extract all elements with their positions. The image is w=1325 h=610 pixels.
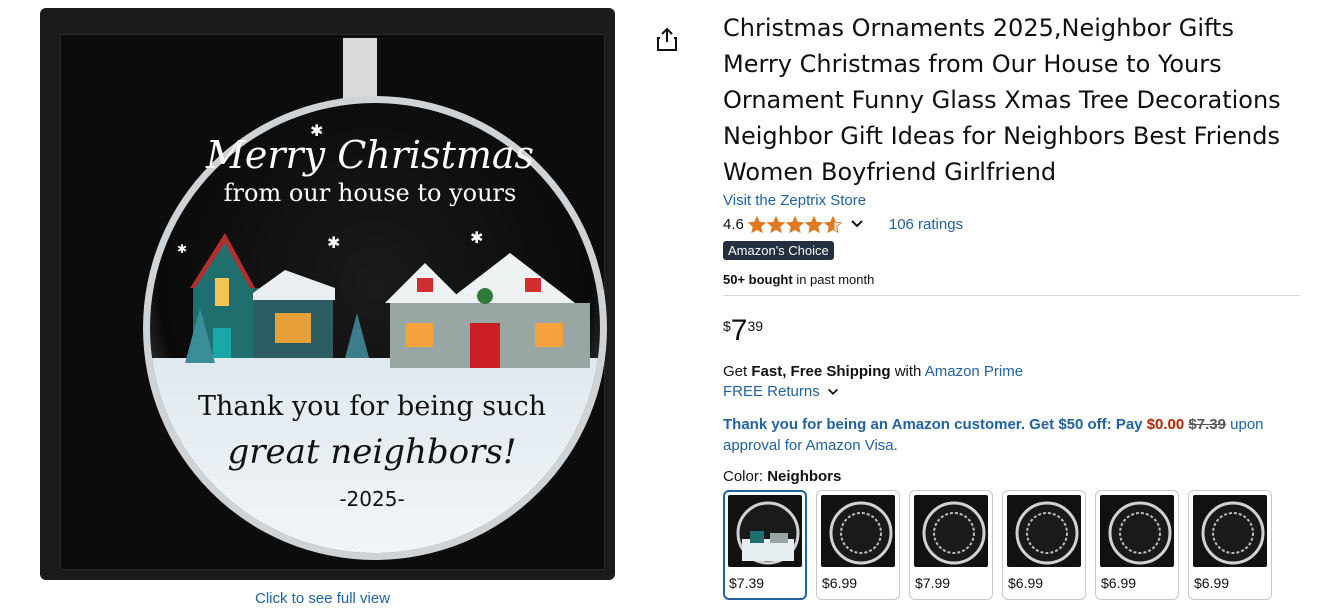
svg-text:✱: ✱ [177,242,187,256]
swatch-thumbnail [1193,495,1267,567]
color-swatch[interactable]: $6.99 [1002,490,1086,600]
star-icon [766,215,785,233]
rating-row: 4.6 106 ratings [723,213,1303,235]
swatch-price: $7.99 [915,575,951,591]
swatch-price: $6.99 [1008,575,1044,591]
swatch-price: $7.39 [729,575,765,591]
color-label: Color: [723,468,768,485]
color-swatch[interactable]: $7.99 [909,490,993,600]
shipping-bold: Fast, Free Shipping [751,363,891,380]
ornament-image: ✱ ✱ ✱ ✱ Merry Christmas from our house t… [143,38,607,560]
shipping-prefix: Get [723,363,752,380]
ornament-line-2: from our house to yours [224,179,517,207]
swatch-thumbnail [1007,495,1081,567]
price-whole: 7 [730,314,748,347]
store-link[interactable]: Visit the Zeptrix Store [723,192,1303,209]
price: $ 7 39 [723,316,1303,350]
color-swatch[interactable]: $6.99 [1095,490,1179,600]
star-icon [804,215,823,233]
price-fraction: 39 [747,318,764,334]
color-selector-label: Color: Neighbors [723,468,1303,485]
ratings-count-link[interactable]: 106 ratings [889,216,963,233]
shipping-info: Get Fast, Free Shipping with Amazon Prim… [723,362,1303,382]
share-icon[interactable] [655,26,679,52]
svg-text:✱: ✱ [327,233,340,252]
chevron-down-icon [827,388,838,395]
swatch-thumbnail [914,495,988,567]
color-swatch[interactable]: $6.99 [816,490,900,600]
divider [723,295,1300,296]
promo-strike-price: $7.39 [1188,416,1226,433]
color-swatches: $7.39 $6.99 $7.99 $6.99 $6.99 $6.99 [723,490,1303,600]
star-rating[interactable] [747,215,843,233]
swatch-price: $6.99 [1194,575,1230,591]
shipping-middle: with [890,363,925,380]
svg-text:✱: ✱ [470,228,483,247]
amazons-choice-badge: Amazon's Choice [723,241,834,260]
swatch-thumbnail [821,495,895,567]
ornament-line-1: Merry Christmas [205,133,534,177]
ornament-line-3: Thank you for being such [198,391,546,422]
promo-pay-amount: $0.00 [1146,416,1185,433]
color-swatch[interactable]: $7.39 [723,490,807,600]
product-title: Christmas Ornaments 2025,Neighbor Gifts … [723,14,1281,186]
star-icon [785,215,804,233]
click-full-view-link[interactable]: Click to see full view [255,590,390,607]
promo-text: Thank you for being an Amazon customer. … [723,416,1147,433]
bought-in-past-month: 50+ bought in past month [723,272,1303,287]
color-value: Neighbors [767,468,842,485]
bought-suffix: in past month [792,272,875,287]
rating-value: 4.6 [723,215,744,233]
visa-promo[interactable]: Thank you for being an Amazon customer. … [723,414,1298,456]
star-icon [823,215,842,233]
amazon-prime-link[interactable]: Amazon Prime [925,363,1023,380]
free-returns-label: FREE Returns [723,383,820,400]
product-image[interactable]: ✱ ✱ ✱ ✱ Merry Christmas from our house t… [40,8,615,580]
bought-count: 50+ bought [723,272,793,287]
star-icon [747,215,766,233]
swatch-thumbnail [728,495,802,567]
product-details: Christmas Ornaments 2025,Neighbor Gifts … [723,10,1303,600]
chevron-down-icon[interactable] [849,216,865,232]
color-swatch[interactable]: $6.99 [1188,490,1272,600]
swatch-price: $6.99 [822,575,858,591]
ornament-line-5: -2025- [339,487,404,511]
swatch-thumbnail [1100,495,1174,567]
free-returns-link[interactable]: FREE Returns [723,382,1303,402]
price-symbol: $ [723,318,731,334]
ornament-line-4: great neighbors! [227,432,516,472]
swatch-price: $6.99 [1101,575,1137,591]
